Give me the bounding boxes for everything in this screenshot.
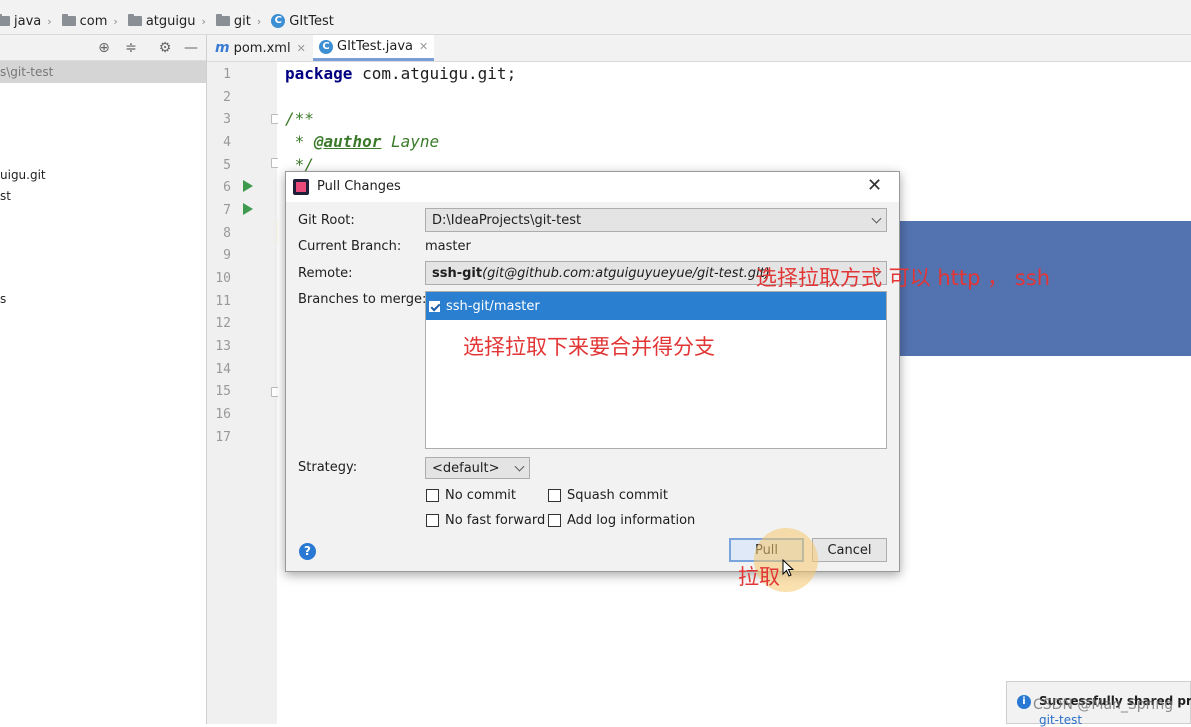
- notification-link[interactable]: git-test: [1039, 713, 1082, 727]
- squash-commit-checkbox[interactable]: Squash commit: [548, 488, 668, 503]
- breadcrumb-item-gittest[interactable]: C GItTest: [271, 14, 334, 29]
- project-tree-item[interactable]: uigu.git: [0, 168, 46, 182]
- line-number: 5: [223, 158, 231, 173]
- line-number: 7: [223, 203, 231, 218]
- line-number: 8: [223, 226, 231, 241]
- project-panel: ⊕ ≑ ⚙ — s\git-test uigu.git st s: [0, 35, 207, 724]
- line-number: 11: [215, 294, 231, 309]
- run-icon[interactable]: [243, 203, 253, 215]
- line-number: 15: [215, 384, 231, 399]
- watermark: CSDN @Man_Spring: [1033, 697, 1174, 713]
- minimize-icon[interactable]: —: [182, 39, 200, 57]
- cancel-button[interactable]: Cancel: [812, 538, 887, 562]
- checkbox[interactable]: [426, 514, 439, 527]
- checkbox[interactable]: [548, 489, 561, 502]
- line-number: 13: [215, 339, 231, 354]
- line-number: 12: [215, 316, 231, 331]
- annotation-pull: 拉取: [738, 565, 780, 589]
- no-commit-checkbox[interactable]: No commit: [426, 488, 516, 503]
- line-number: 14: [215, 362, 231, 377]
- current-branch-label: Current Branch:: [298, 239, 402, 254]
- strategy-label: Strategy:: [298, 460, 358, 475]
- mouse-cursor-icon: [782, 559, 795, 577]
- branches-list[interactable]: ssh-git/master: [425, 291, 887, 449]
- breadcrumb: java › com › atguigu › git › C GItTest: [0, 8, 1191, 35]
- git-root-select[interactable]: D:\IdeaProjects\git-test: [425, 208, 887, 232]
- chevron-down-icon: [871, 213, 882, 224]
- dialog-titlebar: Pull Changes ✕: [286, 172, 899, 202]
- no-fast-forward-checkbox[interactable]: No fast forward: [426, 513, 545, 528]
- chevron-right-icon: ›: [201, 14, 206, 28]
- annotation-branch: 选择拉取下来要合并得分支: [463, 335, 715, 359]
- add-log-checkbox[interactable]: Add log information: [548, 513, 695, 528]
- line-number: 10: [215, 271, 231, 286]
- folder-icon: [61, 14, 76, 26]
- class-icon: C: [271, 14, 286, 28]
- close-icon[interactable]: ✕: [419, 40, 428, 53]
- project-tree-item[interactable]: st: [0, 189, 11, 203]
- code-line-1: package com.atguigu.git;: [285, 64, 517, 83]
- branch-item[interactable]: ssh-git/master: [426, 292, 886, 320]
- branches-label: Branches to merge:: [298, 292, 427, 307]
- checkbox[interactable]: [426, 489, 439, 502]
- run-icon[interactable]: [243, 180, 253, 192]
- breadcrumb-item-git[interactable]: git ›: [215, 14, 262, 29]
- line-number: 17: [215, 430, 231, 445]
- strategy-select[interactable]: <default>: [425, 457, 530, 479]
- chevron-right-icon: ›: [113, 14, 118, 28]
- line-number: 1: [223, 67, 231, 82]
- code-line-4: * @author Layne: [285, 132, 440, 151]
- tab-pom-xml[interactable]: m pom.xml ✕: [215, 35, 306, 61]
- line-number: 3: [223, 112, 231, 127]
- current-branch-value: master: [425, 239, 471, 254]
- pull-changes-dialog: Pull Changes ✕ Git Root: D:\IdeaProjects…: [285, 171, 900, 572]
- close-icon[interactable]: ✕: [297, 42, 306, 55]
- info-icon: i: [1017, 695, 1031, 709]
- editor-tabs: m pom.xml ✕ C GItTest.java ✕: [207, 35, 1191, 62]
- folder-icon: [0, 14, 10, 26]
- chevron-right-icon: ›: [256, 14, 262, 28]
- tab-gittest-java[interactable]: C GItTest.java ✕: [313, 35, 435, 61]
- collapse-icon[interactable]: ≑: [122, 39, 140, 57]
- line-number: 4: [223, 135, 231, 150]
- branch-checkbox[interactable]: [429, 300, 440, 312]
- toolbar-strip: [0, 0, 1191, 8]
- line-number: 2: [223, 90, 231, 105]
- project-tree-item[interactable]: s: [0, 292, 6, 306]
- chevron-down-icon: [514, 461, 525, 472]
- git-root-label: Git Root:: [298, 213, 355, 228]
- project-toolbar: ⊕ ≑ ⚙ —: [0, 35, 206, 61]
- folder-icon: [127, 14, 142, 26]
- line-number: 16: [215, 407, 231, 422]
- line-number: 6: [223, 180, 231, 195]
- help-icon[interactable]: ?: [299, 543, 316, 560]
- project-tree-selected[interactable]: s\git-test: [0, 61, 206, 83]
- chevron-right-icon: ›: [47, 14, 52, 28]
- line-number: 9: [223, 248, 231, 263]
- code-line-3: /**: [285, 109, 314, 128]
- checkbox[interactable]: [548, 514, 561, 527]
- editor-gutter: 1 2 3 4 5 6 7 8 9 10 11 12 13 14 15 16 1…: [207, 62, 281, 724]
- gear-icon[interactable]: ⚙: [156, 39, 174, 57]
- close-icon[interactable]: ✕: [867, 175, 882, 196]
- intellij-logo-icon: [293, 179, 309, 195]
- annotation-remote: 选择拉取方式 可以 http ， ssh: [756, 266, 1050, 290]
- breadcrumb-item-java[interactable]: java ›: [0, 14, 52, 29]
- maven-icon: m: [215, 40, 230, 56]
- dialog-title: Pull Changes: [317, 179, 401, 194]
- locate-icon[interactable]: ⊕: [95, 39, 113, 57]
- breadcrumb-item-atguigu[interactable]: atguigu ›: [127, 14, 206, 29]
- folder-icon: [215, 14, 230, 26]
- remote-label: Remote:: [298, 266, 353, 281]
- breadcrumb-item-com[interactable]: com ›: [61, 14, 118, 29]
- class-icon: C: [319, 39, 333, 54]
